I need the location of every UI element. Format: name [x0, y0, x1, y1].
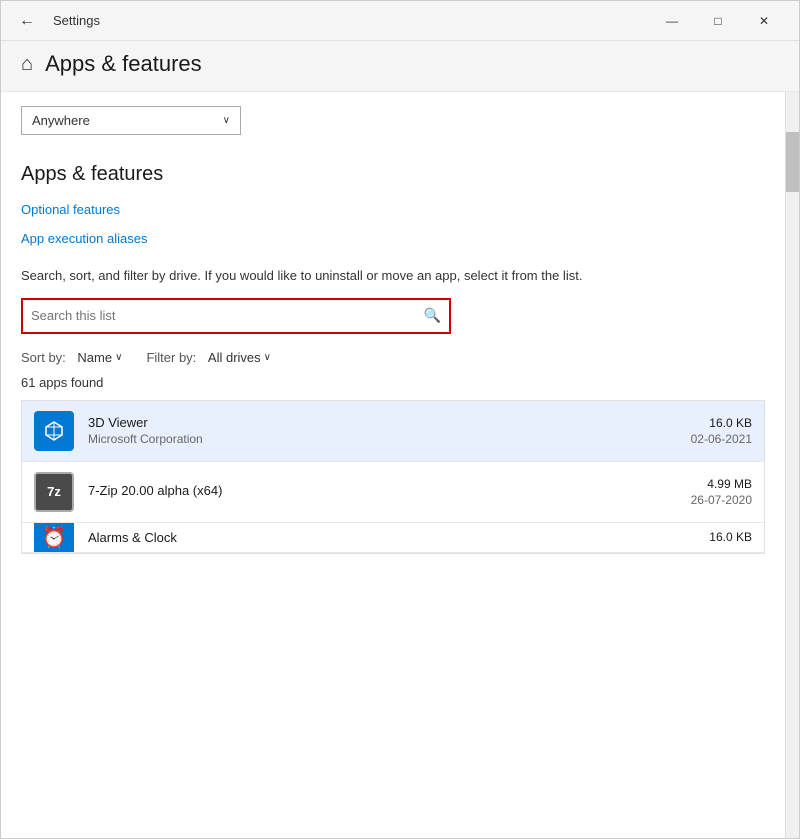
scrollbar[interactable] — [785, 92, 799, 838]
app-date-7zip: 26-07-2020 — [691, 493, 752, 507]
window-title: Settings — [53, 13, 100, 28]
search-input[interactable] — [31, 308, 424, 323]
sort-label: Sort by: — [21, 350, 66, 365]
page-header-title: Apps & features — [45, 51, 202, 77]
content-area: Anywhere ∨ Apps & features Optional feat… — [1, 92, 799, 838]
app-item-3d-viewer[interactable]: 3D Viewer Microsoft Corporation 16.0 KB … — [22, 401, 764, 462]
anywhere-chevron: ∨ — [223, 115, 230, 126]
search-icon: 🔍 — [424, 307, 441, 324]
app-size-7zip: 4.99 MB — [691, 477, 752, 491]
app-meta-7zip: 4.99 MB 26-07-2020 — [691, 477, 752, 507]
close-button[interactable]: ✕ — [741, 1, 787, 41]
sort-filter-row: Sort by: Name ∨ Filter by: All drives ∨ — [21, 350, 765, 365]
filter-value[interactable]: All drives ∨ — [208, 350, 271, 365]
app-icon-7zip: 7z — [34, 472, 74, 512]
sort-by-group: Sort by: Name ∨ — [21, 350, 122, 365]
app-size-alarms: 16.0 KB — [709, 530, 752, 544]
anywhere-value: Anywhere — [32, 113, 90, 128]
filter-by-group: Filter by: All drives ∨ — [146, 350, 271, 365]
description-text: Search, sort, and filter by drive. If yo… — [21, 266, 651, 286]
settings-window: ← Settings — □ ✕ ⌂ Apps & features Anywh… — [0, 0, 800, 839]
filter-label: Filter by: — [146, 350, 196, 365]
app-meta-3d-viewer: 16.0 KB 02-06-2021 — [691, 416, 752, 446]
app-size-3d-viewer: 16.0 KB — [691, 416, 752, 430]
app-name-3d-viewer: 3D Viewer — [88, 415, 691, 430]
optional-features-link[interactable]: Optional features — [21, 198, 765, 221]
back-button[interactable]: ← — [13, 7, 41, 35]
sort-chevron: ∨ — [115, 352, 122, 363]
scroll-thumb[interactable] — [786, 132, 799, 192]
sort-value[interactable]: Name ∨ — [77, 350, 122, 365]
app-icon-alarms: ⏰ — [34, 523, 74, 553]
app-list: 3D Viewer Microsoft Corporation 16.0 KB … — [21, 400, 765, 554]
anywhere-dropdown[interactable]: Anywhere ∨ — [21, 106, 241, 135]
app-item-7zip[interactable]: 7z 7-Zip 20.00 alpha (x64) 4.99 MB 26-07… — [22, 462, 764, 523]
search-box[interactable]: 🔍 — [21, 298, 451, 334]
app-item-alarms[interactable]: ⏰ Alarms & Clock 16.0 KB — [22, 523, 764, 553]
content-inner: Anywhere ∨ Apps & features Optional feat… — [1, 92, 785, 838]
app-icon-3d-viewer — [34, 411, 74, 451]
apps-count: 61 apps found — [21, 375, 765, 390]
app-name-7zip: 7-Zip 20.00 alpha (x64) — [88, 483, 691, 498]
maximize-button[interactable]: □ — [695, 1, 741, 41]
minimize-button[interactable]: — — [649, 1, 695, 41]
app-date-3d-viewer: 02-06-2021 — [691, 432, 752, 446]
app-name-alarms: Alarms & Clock — [88, 530, 709, 545]
app-info-3d-viewer: 3D Viewer Microsoft Corporation — [88, 415, 691, 446]
title-bar: ← Settings — □ ✕ — [1, 1, 799, 41]
app-execution-aliases-link[interactable]: App execution aliases — [21, 227, 765, 250]
anywhere-row: Anywhere ∨ — [21, 92, 765, 145]
page-header: ⌂ Apps & features — [1, 41, 799, 92]
filter-chevron: ∨ — [264, 352, 271, 363]
home-icon: ⌂ — [21, 53, 33, 76]
title-bar-left: ← Settings — [13, 7, 649, 35]
app-info-7zip: 7-Zip 20.00 alpha (x64) — [88, 483, 691, 500]
app-meta-alarms: 16.0 KB — [709, 530, 752, 544]
app-info-alarms: Alarms & Clock — [88, 530, 709, 545]
app-publisher-3d-viewer: Microsoft Corporation — [88, 432, 691, 446]
title-bar-controls: — □ ✕ — [649, 1, 787, 41]
section-title: Apps & features — [21, 145, 765, 198]
